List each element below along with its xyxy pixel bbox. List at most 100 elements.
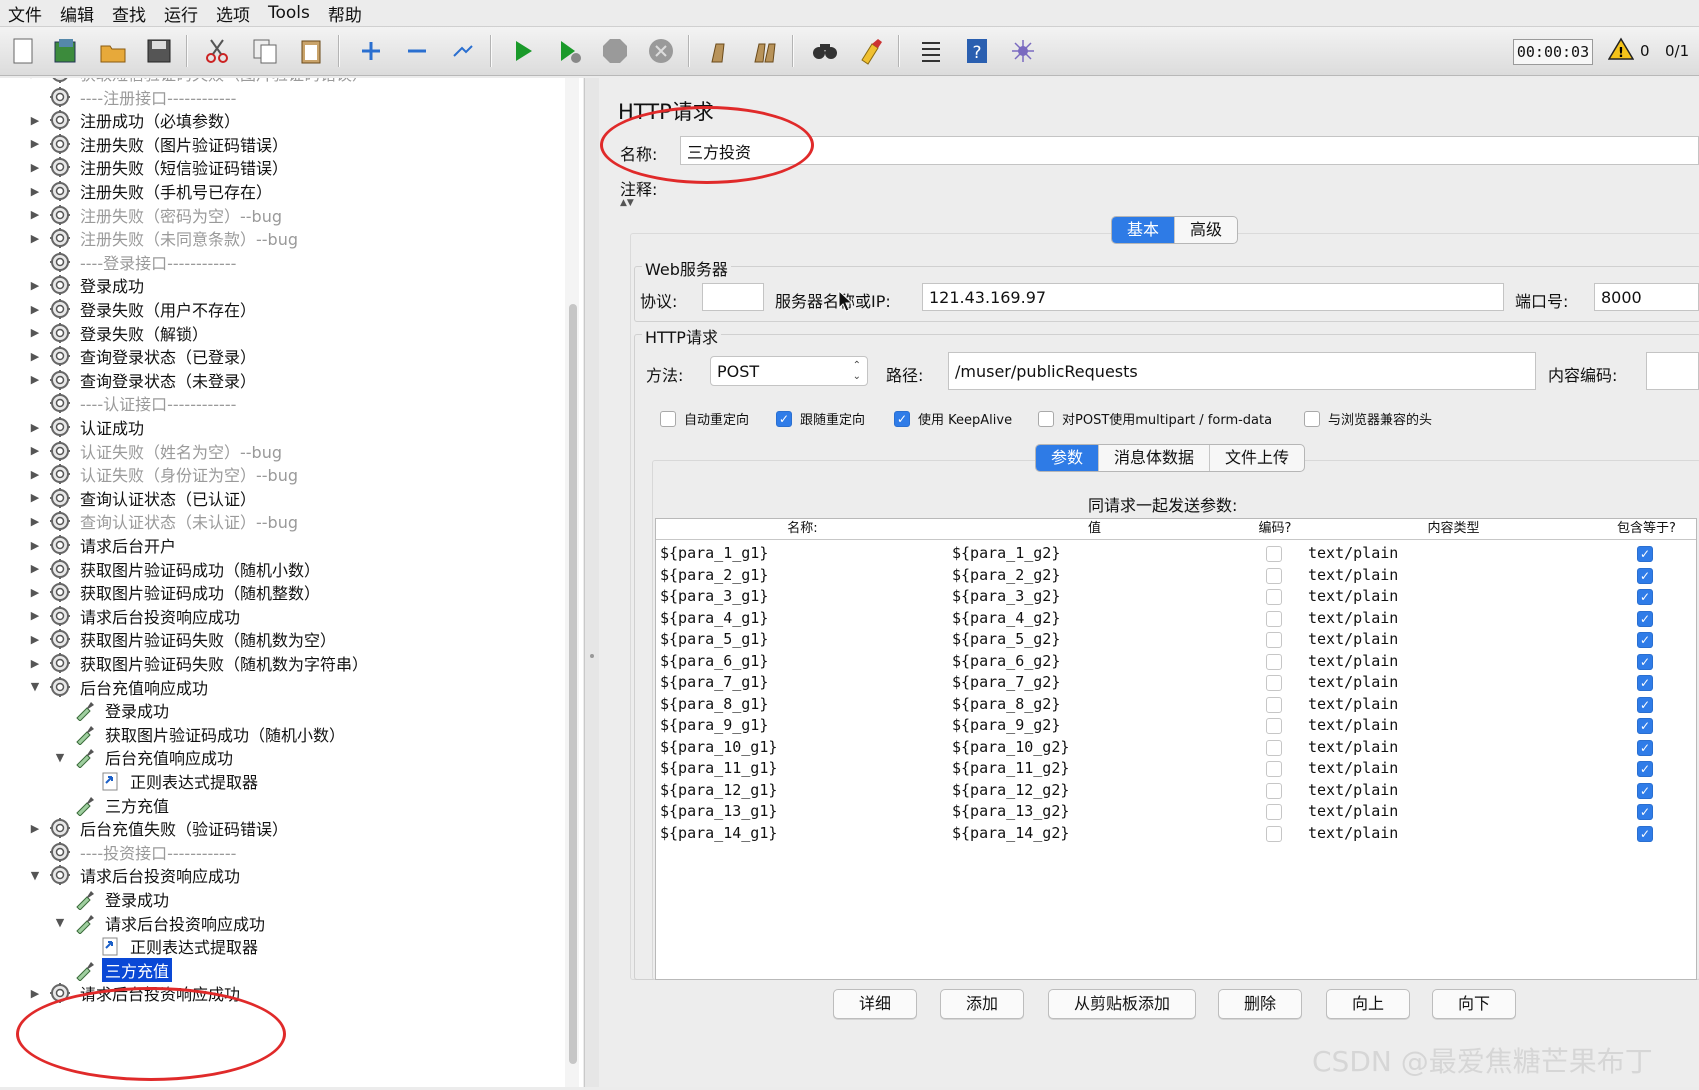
- param-type-cell[interactable]: text/plain: [1308, 823, 1398, 844]
- expand-arrow-icon[interactable]: ▶: [28, 114, 42, 127]
- expand-arrow-icon[interactable]: ▶: [28, 657, 42, 670]
- tree-node[interactable]: ▶ 查询认证状态（未认证）--bug: [28, 509, 301, 533]
- tree-node[interactable]: ▼ 请求后台投资响应成功: [28, 863, 243, 887]
- expand-arrow-icon[interactable]: ▶: [28, 350, 42, 363]
- param-value-cell[interactable]: ${para_2_g2}: [952, 565, 1060, 586]
- tree-node[interactable]: 三方充值: [53, 957, 173, 982]
- tree-scrollbar-thumb[interactable]: [569, 304, 577, 1064]
- start-icon[interactable]: [506, 34, 540, 68]
- col-include-equals[interactable]: 包含等于?: [1597, 519, 1696, 540]
- include-equals-checkbox[interactable]: ✓: [1637, 653, 1653, 670]
- table-row[interactable]: ${para_2_g1} ${para_2_g2} text/plain ✓: [656, 565, 1696, 586]
- tree-node[interactable]: ▶ 后台充值失败（验证码错误）: [28, 816, 291, 840]
- tree-node[interactable]: ▶ 注册成功（必填参数）: [28, 108, 243, 132]
- clear-icon[interactable]: [702, 34, 736, 68]
- param-value-cell[interactable]: ${para_13_g2}: [952, 801, 1069, 822]
- tree-node[interactable]: ----认证接口------------: [28, 391, 239, 415]
- param-name-cell[interactable]: ${para_1_g1}: [660, 543, 768, 564]
- param-type-cell[interactable]: text/plain: [1308, 629, 1398, 650]
- expand-arrow-icon[interactable]: ▶: [28, 185, 42, 198]
- param-value-cell[interactable]: ${para_10_g2}: [952, 737, 1069, 758]
- menu-help[interactable]: 帮助: [320, 1, 372, 26]
- encode-checkbox[interactable]: [1266, 632, 1282, 648]
- include-equals-checkbox[interactable]: ✓: [1637, 804, 1653, 820]
- encode-checkbox[interactable]: [1266, 739, 1282, 756]
- expand-arrow-icon[interactable]: ▶: [28, 515, 42, 528]
- move-down-button[interactable]: 向下: [1432, 989, 1516, 1019]
- table-row[interactable]: ${para_5_g1} ${para_5_g2} text/plain ✓: [656, 629, 1696, 650]
- tree-node[interactable]: ▶ 获取图片验证码成功（随机小数）: [28, 557, 323, 581]
- include-equals-checkbox[interactable]: ✓: [1637, 546, 1653, 562]
- expand-icon[interactable]: [354, 34, 388, 68]
- table-row[interactable]: ${para_11_g1} ${para_11_g2} text/plain ✓: [656, 758, 1696, 779]
- tree-node[interactable]: ▶ 认证失败（身份证为空）--bug: [28, 462, 301, 486]
- tab-advanced[interactable]: 高级: [1175, 217, 1237, 243]
- paste-icon[interactable]: [294, 34, 328, 68]
- param-type-cell[interactable]: text/plain: [1308, 694, 1398, 715]
- tree-node[interactable]: 获取图片验证码成功（随机小数）: [53, 722, 348, 746]
- menu-tools[interactable]: Tools: [260, 3, 320, 23]
- reset-search-icon[interactable]: [854, 34, 888, 68]
- tab-body-data[interactable]: 消息体数据: [1099, 445, 1211, 471]
- include-equals-checkbox[interactable]: ✓: [1637, 825, 1653, 842]
- expand-arrow-icon[interactable]: ▶: [28, 586, 42, 599]
- table-row[interactable]: ${para_12_g1} ${para_12_g2} text/plain ✓: [656, 780, 1696, 801]
- tree-node[interactable]: ▶ 请求后台投资响应成功: [28, 604, 243, 628]
- expand-arrow-icon[interactable]: ▶: [28, 421, 42, 434]
- clear-all-icon[interactable]: [748, 34, 782, 68]
- copy-icon[interactable]: [248, 34, 282, 68]
- new-icon[interactable]: [6, 34, 40, 68]
- expand-arrow-icon[interactable]: ▶: [28, 232, 42, 245]
- table-row[interactable]: ${para_9_g1} ${para_9_g2} text/plain ✓: [656, 715, 1696, 736]
- param-value-cell[interactable]: ${para_6_g2}: [952, 651, 1060, 672]
- checkbox-box[interactable]: [1304, 410, 1320, 427]
- tree-node[interactable]: ▼ 后台充值响应成功: [28, 675, 211, 699]
- comment-input[interactable]: [670, 172, 1699, 196]
- param-type-cell[interactable]: text/plain: [1308, 608, 1398, 629]
- function-helper-icon[interactable]: [914, 34, 948, 68]
- expand-arrow-icon[interactable]: ▶: [28, 539, 42, 552]
- search-icon[interactable]: [808, 34, 842, 68]
- collapse-arrow-icon[interactable]: ▼: [28, 869, 42, 882]
- param-type-cell[interactable]: text/plain: [1308, 651, 1398, 672]
- encode-checkbox[interactable]: [1266, 782, 1282, 799]
- include-equals-checkbox[interactable]: ✓: [1637, 610, 1653, 627]
- keepalive-checkbox[interactable]: ✓ 使用 KeepAlive: [894, 409, 1012, 428]
- param-name-cell[interactable]: ${para_14_g1}: [660, 823, 777, 844]
- tree-node[interactable]: 正则表达式提取器: [78, 769, 261, 793]
- table-row[interactable]: ${para_10_g1} ${para_10_g2} text/plain ✓: [656, 737, 1696, 758]
- tree-node[interactable]: ----注册接口------------: [28, 85, 239, 109]
- encode-checkbox[interactable]: [1266, 761, 1282, 777]
- tab-file-upload[interactable]: 文件上传: [1210, 445, 1304, 471]
- param-value-cell[interactable]: ${para_3_g2}: [952, 586, 1060, 607]
- expand-arrow-icon[interactable]: ▶: [28, 279, 42, 292]
- detail-button[interactable]: 详细: [833, 989, 917, 1019]
- param-value-cell[interactable]: ${para_11_g2}: [952, 758, 1069, 779]
- param-type-cell[interactable]: text/plain: [1308, 672, 1398, 693]
- param-type-cell[interactable]: text/plain: [1308, 758, 1398, 779]
- tree-node[interactable]: ▶ 登录失败（用户不存在）: [28, 297, 259, 321]
- collapse-icon[interactable]: [400, 34, 434, 68]
- auto-redirect-checkbox[interactable]: 自动重定向: [660, 409, 749, 428]
- tree-node[interactable]: ▼ 请求后台投资响应成功: [53, 911, 268, 935]
- toggle-icon[interactable]: [446, 34, 480, 68]
- param-type-cell[interactable]: text/plain: [1308, 543, 1398, 564]
- help-icon[interactable]: ?: [960, 34, 994, 68]
- expand-arrow-icon[interactable]: ▶: [28, 373, 42, 386]
- menu-search[interactable]: 查找: [104, 1, 156, 26]
- menu-options[interactable]: 选项: [208, 1, 260, 26]
- include-equals-checkbox[interactable]: ✓: [1637, 739, 1653, 756]
- shutdown-icon[interactable]: [644, 34, 678, 68]
- tree-node[interactable]: ----投资接口------------: [28, 840, 239, 864]
- tree-node[interactable]: ▶ 查询登录状态（已登录）: [28, 344, 259, 368]
- tab-parameters[interactable]: 参数: [1036, 445, 1100, 471]
- param-value-cell[interactable]: ${para_1_g2}: [952, 543, 1060, 564]
- tree-node[interactable]: ▶ 认证成功: [28, 415, 147, 439]
- method-select[interactable]: POST ⌃ ⌄: [710, 356, 868, 386]
- param-type-cell[interactable]: text/plain: [1308, 801, 1398, 822]
- tree-node[interactable]: ▶ 登录成功: [28, 273, 147, 297]
- tree-node[interactable]: 登录成功: [53, 698, 172, 722]
- encode-checkbox[interactable]: [1266, 696, 1282, 713]
- cut-icon[interactable]: [200, 34, 234, 68]
- save-icon[interactable]: [142, 34, 176, 68]
